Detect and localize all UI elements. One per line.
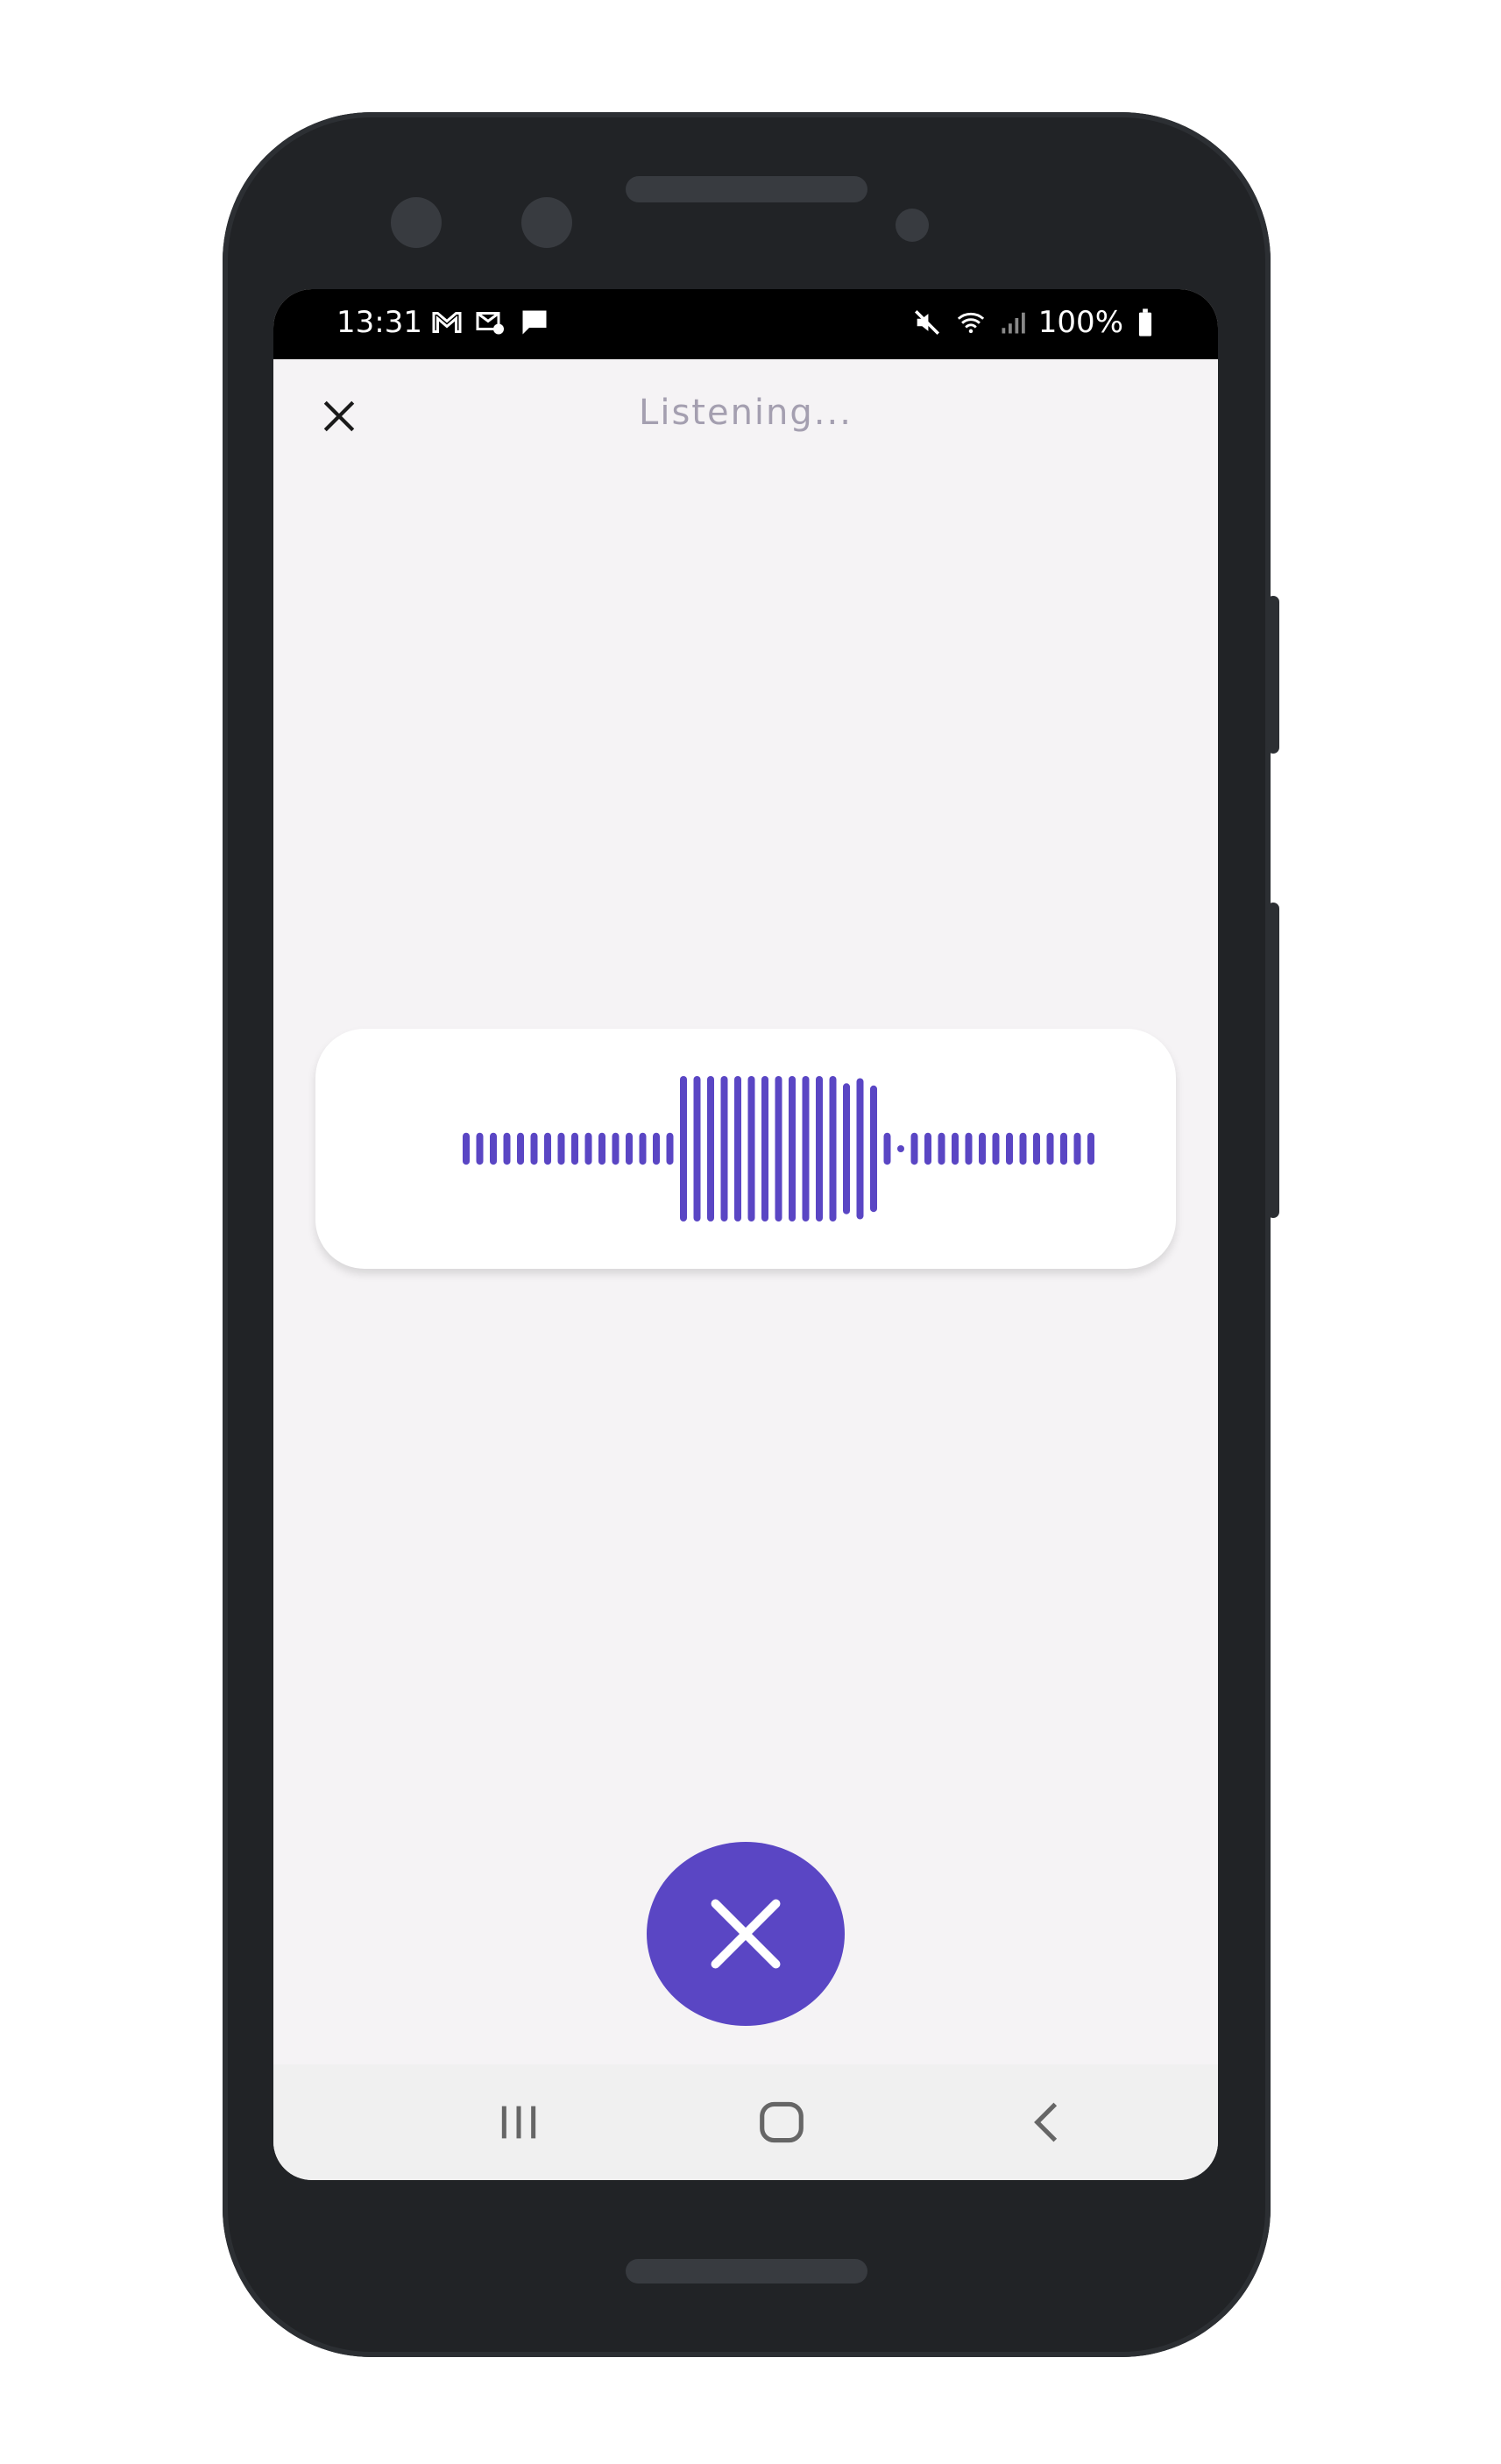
status-time: 13:31 xyxy=(336,305,422,340)
waveform-card xyxy=(315,1029,1176,1269)
waveform-bar xyxy=(598,1132,605,1165)
waveform-bar xyxy=(490,1132,497,1165)
waveform-bar xyxy=(1006,1132,1013,1165)
waveform-bar xyxy=(1033,1132,1040,1165)
mute-icon xyxy=(912,308,942,337)
top-bar: Listening... xyxy=(273,359,1218,473)
waveform-bar xyxy=(843,1083,850,1214)
battery-percent: 100% xyxy=(1037,305,1123,340)
notification-icons xyxy=(431,307,550,338)
proximity-sensor xyxy=(896,209,929,242)
waveform-bar xyxy=(992,1132,1000,1165)
waveform-bar xyxy=(775,1076,782,1221)
waveform-bar xyxy=(1019,1132,1027,1165)
mail-settings-icon xyxy=(475,307,506,338)
system-icons: 100% xyxy=(912,305,1155,340)
gmail-icon xyxy=(431,307,463,338)
waveform-bar xyxy=(680,1076,687,1221)
status-bar: 13:31 100% xyxy=(273,289,1218,359)
bottom-speaker xyxy=(626,2259,867,2283)
waveform-bar xyxy=(979,1132,986,1165)
power-button xyxy=(1267,903,1279,1218)
waveform-bar xyxy=(789,1076,796,1221)
waveform-bar xyxy=(571,1132,578,1165)
earpiece-speaker xyxy=(626,176,867,202)
waveform-bar xyxy=(938,1132,945,1165)
waveform-bar xyxy=(1060,1132,1067,1165)
waveform-bar xyxy=(910,1132,918,1165)
waveform-bar xyxy=(557,1132,565,1165)
cancel-listening-button[interactable] xyxy=(647,1842,845,2026)
waveform-bar xyxy=(924,1132,931,1165)
waveform xyxy=(463,1076,1094,1221)
close-icon xyxy=(711,1899,781,1969)
waveform-bar xyxy=(1087,1132,1094,1165)
waveform-bar xyxy=(1073,1132,1081,1165)
waveform-bar xyxy=(816,1076,823,1221)
waveform-bar xyxy=(530,1132,538,1165)
screen: 13:31 100% Listening... xyxy=(273,289,1218,2180)
waveform-bar xyxy=(856,1078,864,1220)
waveform-bar xyxy=(897,1145,904,1152)
waveform-bar xyxy=(693,1076,701,1221)
waveform-bar xyxy=(734,1076,741,1221)
waveform-bar xyxy=(517,1132,524,1165)
page-title: Listening... xyxy=(639,393,853,433)
signal-icon xyxy=(1000,308,1026,337)
battery-icon xyxy=(1136,308,1155,337)
waveform-bar xyxy=(965,1132,973,1165)
waveform-bar xyxy=(476,1132,484,1165)
waveform-bar xyxy=(870,1085,877,1213)
waveform-bar xyxy=(829,1076,837,1221)
navigation-bar xyxy=(273,2064,1218,2180)
home-button[interactable] xyxy=(747,2096,817,2149)
waveform-bar xyxy=(463,1132,470,1165)
home-icon xyxy=(760,2101,804,2143)
waveform-bar xyxy=(761,1076,768,1221)
waveform-bar xyxy=(1046,1132,1054,1165)
waveform-bar xyxy=(747,1076,755,1221)
waveform-bar xyxy=(584,1132,592,1165)
front-sensor xyxy=(391,197,442,248)
waveform-bar xyxy=(952,1132,959,1165)
recent-apps-button[interactable] xyxy=(484,2096,554,2149)
waveform-bar xyxy=(802,1076,810,1221)
waveform-bar xyxy=(883,1132,891,1165)
volume-button xyxy=(1267,596,1279,754)
waveform-bar xyxy=(666,1132,674,1165)
waveform-bar xyxy=(707,1076,714,1221)
waveform-bar xyxy=(612,1132,620,1165)
chat-icon xyxy=(519,307,550,338)
waveform-bar xyxy=(653,1132,660,1165)
recent-apps-icon xyxy=(501,2106,536,2139)
front-camera xyxy=(521,197,572,248)
waveform-bar xyxy=(544,1132,551,1165)
waveform-bar xyxy=(626,1132,633,1165)
back-icon xyxy=(1034,2102,1058,2142)
waveform-bar xyxy=(503,1132,511,1165)
waveform-bar xyxy=(639,1132,647,1165)
back-button[interactable] xyxy=(1011,2096,1081,2149)
waveform-bar xyxy=(720,1076,728,1221)
wifi-icon xyxy=(954,308,988,337)
